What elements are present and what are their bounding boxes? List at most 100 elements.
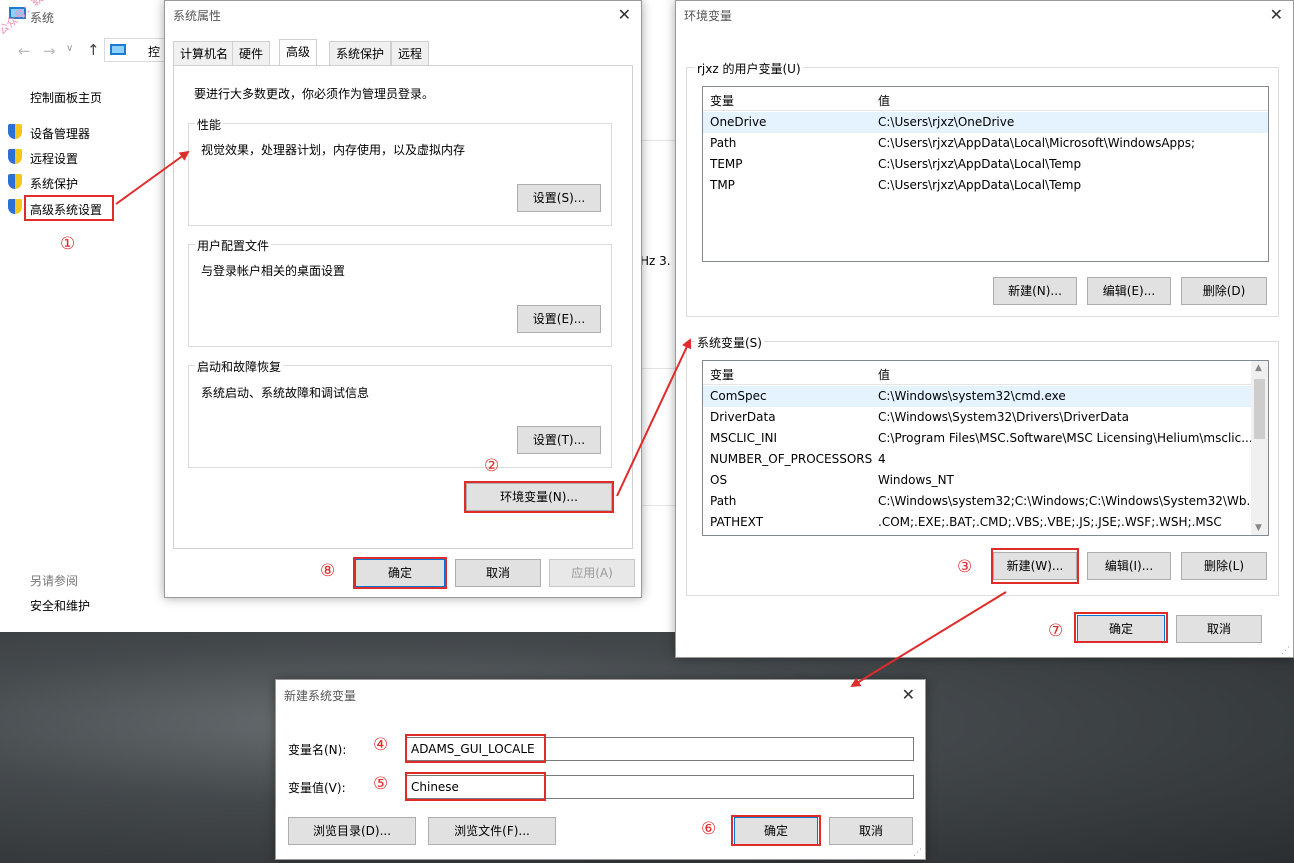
ok-button[interactable]: 确定 — [1077, 615, 1165, 643]
scroll-up-icon[interactable]: ▲ — [1255, 363, 1262, 373]
row-variable: DriverData — [710, 410, 776, 424]
shield-icon — [8, 174, 22, 189]
content-divider — [640, 368, 676, 369]
user-profiles-desc: 与登录帐户相关的桌面设置 — [201, 264, 346, 278]
cancel-button[interactable]: 取消 — [455, 559, 541, 587]
table-row[interactable]: TEMP C:\Users\rjxz\AppData\Local\Temp — [703, 154, 1268, 175]
processor-partial-text: Hz 3. — [640, 254, 671, 268]
user-variables-label: rjxz 的用户变量(U) — [695, 60, 803, 77]
column-variable[interactable]: 变量 — [710, 366, 734, 383]
row-variable: Path — [710, 494, 737, 508]
column-variable[interactable]: 变量 — [710, 92, 734, 109]
close-icon[interactable]: ✕ — [618, 5, 631, 24]
resize-grip-icon[interactable]: ⋰ — [913, 848, 922, 858]
environment-variables-button[interactable]: 环境变量(N)... — [466, 483, 612, 511]
variable-value-input[interactable]: Chinese — [406, 775, 914, 799]
table-row[interactable]: OS Windows_NT — [703, 470, 1268, 491]
dialog-title: 新建系统变量 — [284, 689, 357, 703]
variable-name-input[interactable]: ADAMS_GUI_LOCALE — [406, 737, 914, 761]
scroll-thumb[interactable] — [1254, 379, 1265, 439]
table-row[interactable]: Path C:\Windows\system32;C:\Windows;C:\W… — [703, 491, 1268, 512]
startup-settings-button[interactable]: 设置(T)... — [517, 426, 601, 454]
startup-recovery-desc: 系统启动、系统故障和调试信息 — [201, 386, 370, 400]
row-variable: ComSpec — [710, 389, 767, 403]
up-arrow-icon[interactable]: ↑ — [87, 41, 100, 59]
table-row[interactable]: Path C:\Users\rjxz\AppData\Local\Microso… — [703, 133, 1268, 154]
row-variable: TMP — [710, 178, 735, 192]
user-profiles-group: 用户配置文件 与登录帐户相关的桌面设置 设置(E)... — [188, 237, 612, 347]
performance-label: 性能 — [195, 116, 224, 133]
column-value[interactable]: 值 — [878, 92, 890, 109]
cancel-button[interactable]: 取消 — [1176, 615, 1262, 643]
new-system-variable-dialog: 新建系统变量 ✕ 变量名(N): ④ ADAMS_GUI_LOCALE 变量值(… — [275, 679, 926, 860]
row-value: C:\Users\rjxz\AppData\Local\Microsoft\Wi… — [878, 136, 1196, 150]
tab-system-protection[interactable]: 系统保护 — [329, 41, 392, 65]
user-edit-button[interactable]: 编辑(E)... — [1087, 277, 1171, 305]
step-5-marker: ⑤ — [373, 774, 389, 794]
column-value[interactable]: 值 — [878, 366, 890, 383]
tab-hardware[interactable]: 硬件 — [232, 41, 271, 65]
tab-advanced[interactable]: 高级 — [279, 39, 318, 66]
cancel-button[interactable]: 取消 — [829, 817, 913, 845]
row-variable: OneDrive — [710, 115, 767, 129]
apply-button[interactable]: 应用(A) — [549, 559, 635, 587]
row-value: C:\Users\rjxz\AppData\Local\Temp — [878, 178, 1082, 192]
environment-variables-dialog: 环境变量 ✕ rjxz 的用户变量(U) 变量 值 OneDrive C:\Us… — [675, 0, 1294, 658]
tab-remote[interactable]: 远程 — [391, 41, 430, 65]
close-icon[interactable]: ✕ — [902, 685, 915, 704]
table-row[interactable]: ComSpec C:\Windows\system32\cmd.exe — [703, 386, 1268, 407]
device-manager-link[interactable]: 设备管理器 — [30, 125, 90, 142]
table-row[interactable]: MSCLIC_INI C:\Program Files\MSC.Software… — [703, 428, 1268, 449]
variable-name-label: 变量名(N): — [288, 743, 347, 757]
system-variables-group: 系统变量(S) 变量 值 ComSpec C:\Windows\system32… — [686, 334, 1279, 596]
browse-directory-button[interactable]: 浏览目录(D)... — [288, 817, 416, 845]
step-1-marker: ① — [60, 234, 76, 254]
row-variable: TEMP — [710, 157, 743, 171]
step-2-marker: ② — [484, 456, 500, 476]
back-arrow-icon[interactable]: ← — [18, 42, 31, 60]
vertical-scrollbar[interactable]: ▲ ▼ — [1251, 361, 1268, 535]
user-new-button[interactable]: 新建(N)... — [993, 277, 1077, 305]
profile-settings-button[interactable]: 设置(E)... — [517, 305, 601, 333]
resize-grip-icon[interactable]: ⋰ — [1281, 646, 1290, 656]
user-variables-group: rjxz 的用户变量(U) 变量 值 OneDrive C:\Users\rjx… — [686, 60, 1279, 317]
content-divider — [640, 505, 676, 506]
admin-note: 要进行大多数更改，你必须作为管理员登录。 — [194, 87, 435, 101]
table-header: 变量 值 — [703, 87, 1268, 111]
close-icon[interactable]: ✕ — [1270, 5, 1283, 24]
security-maintenance-link[interactable]: 安全和维护 — [30, 597, 90, 614]
monitor-icon — [110, 44, 126, 55]
scroll-down-icon[interactable]: ▼ — [1255, 523, 1262, 533]
startup-recovery-label: 启动和故障恢复 — [195, 358, 284, 375]
address-text: 控 — [148, 45, 161, 59]
advanced-system-settings-link[interactable]: 高级系统设置 — [30, 201, 102, 218]
table-row[interactable]: NUMBER_OF_PROCESSORS 4 — [703, 449, 1268, 470]
table-row[interactable]: PATHEXT .COM;.EXE;.BAT;.CMD;.VBS;.VBE;.J… — [703, 512, 1268, 533]
system-protection-link[interactable]: 系统保护 — [30, 175, 78, 192]
dropdown-chevron-icon[interactable]: ∨ — [66, 43, 73, 54]
system-edit-button[interactable]: 编辑(I)... — [1087, 552, 1171, 580]
tab-computer-name[interactable]: 计算机名 — [173, 41, 236, 65]
table-header: 变量 值 — [703, 361, 1268, 385]
system-delete-button[interactable]: 删除(L) — [1181, 552, 1267, 580]
table-row[interactable]: DriverData C:\Windows\System32\Drivers\D… — [703, 407, 1268, 428]
startup-recovery-group: 启动和故障恢复 系统启动、系统故障和调试信息 设置(T)... — [188, 358, 612, 468]
performance-settings-button[interactable]: 设置(S)... — [517, 184, 601, 212]
system-properties-dialog: 系统属性 ✕ 计算机名 硬件 高级 系统保护 远程 要进行大多数更改，你必须作为… — [164, 0, 642, 598]
control-panel-home-link[interactable]: 控制面板主页 — [30, 89, 102, 106]
table-row[interactable]: TMP C:\Users\rjxz\AppData\Local\Temp — [703, 175, 1268, 196]
remote-settings-link[interactable]: 远程设置 — [30, 150, 78, 167]
ok-button[interactable]: 确定 — [355, 559, 445, 587]
shield-icon — [8, 124, 22, 139]
row-value: C:\Windows\System32\Drivers\DriverData — [878, 410, 1129, 424]
system-new-button[interactable]: 新建(W)... — [993, 552, 1077, 580]
step-8-marker: ⑧ — [320, 561, 336, 581]
shield-icon — [8, 149, 22, 164]
performance-desc: 视觉效果，处理器计划，内存使用，以及虚拟内存 — [201, 143, 466, 157]
ok-button[interactable]: 确定 — [734, 817, 818, 845]
table-row[interactable]: OneDrive C:\Users\rjxz\OneDrive — [703, 112, 1268, 133]
user-delete-button[interactable]: 删除(D) — [1181, 277, 1267, 305]
forward-arrow-icon[interactable]: → — [43, 42, 56, 60]
see-also-heading: 另请参阅 — [30, 574, 79, 588]
browse-file-button[interactable]: 浏览文件(F)... — [428, 817, 556, 845]
